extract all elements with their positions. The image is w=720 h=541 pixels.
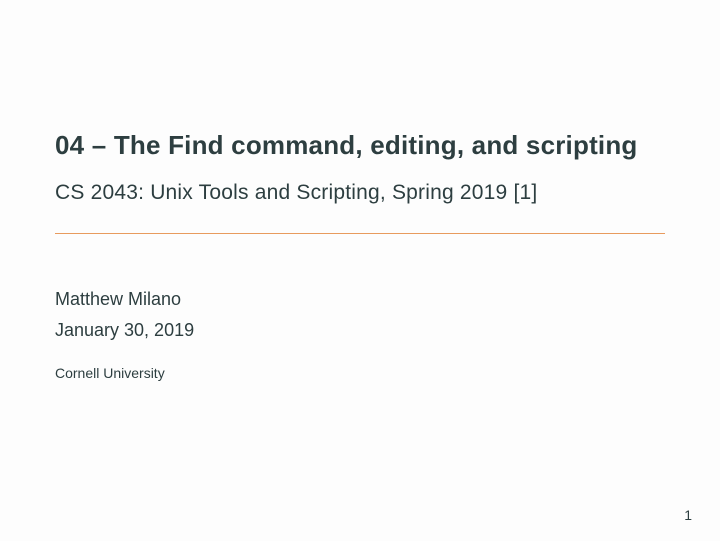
author-name: Matthew Milano: [55, 289, 665, 310]
institution-name: Cornell University: [55, 365, 665, 381]
divider-line: [55, 233, 665, 234]
page-number: 1: [684, 507, 692, 523]
slide-title: 04 – The Find command, editing, and scri…: [55, 130, 665, 161]
presentation-date: January 30, 2019: [55, 320, 665, 341]
slide-subtitle: CS 2043: Unix Tools and Scripting, Sprin…: [55, 181, 665, 205]
